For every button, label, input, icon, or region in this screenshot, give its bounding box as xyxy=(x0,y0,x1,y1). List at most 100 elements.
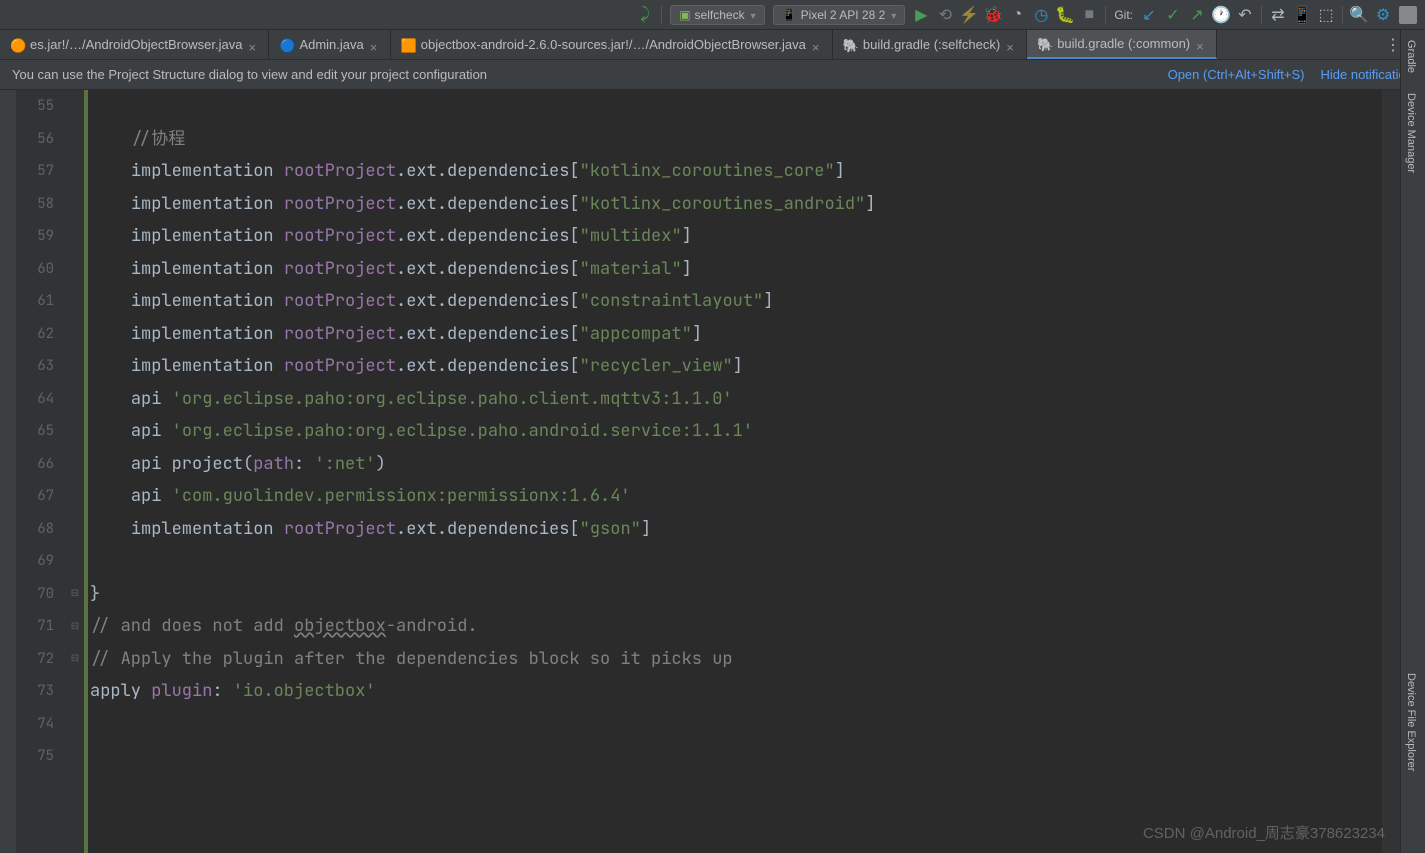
watermark: CSDN @Android_周志豪378623234 xyxy=(1143,822,1385,843)
fold-marker xyxy=(66,155,84,188)
fold-marker xyxy=(66,285,84,318)
line-number: 62 xyxy=(16,318,66,351)
close-icon[interactable]: × xyxy=(248,40,258,50)
code-line[interactable]: implementation rootProject.ext.dependenc… xyxy=(90,350,1382,383)
debug-restart-icon[interactable]: ⟲ xyxy=(937,7,953,23)
line-gutter: 5556575859606162636465666768697071727374… xyxy=(16,90,66,853)
code-line[interactable] xyxy=(90,740,1382,773)
debug-icon[interactable]: 🐞 xyxy=(985,7,1001,23)
code-line[interactable]: api 'org.eclipse.paho:org.eclipse.paho.a… xyxy=(90,415,1382,448)
profiler-icon[interactable]: ◷ xyxy=(1033,7,1049,23)
open-project-structure-link[interactable]: Open (Ctrl+Alt+Shift+S) xyxy=(1168,67,1305,82)
fold-marker xyxy=(66,253,84,286)
fold-marker xyxy=(66,123,84,156)
settings-icon[interactable]: ⚙ xyxy=(1375,7,1391,23)
code-line[interactable]: implementation rootProject.ext.dependenc… xyxy=(90,318,1382,351)
code-line[interactable] xyxy=(90,708,1382,741)
device-file-explorer-tool-button[interactable]: Device File Explorer xyxy=(1401,663,1421,781)
sync-icon[interactable]: ⤸ xyxy=(637,7,653,23)
code-line[interactable]: api project(path: ':net') xyxy=(90,448,1382,481)
stop-icon[interactable]: ■ xyxy=(1081,7,1097,23)
line-number: 61 xyxy=(16,285,66,318)
close-icon[interactable]: × xyxy=(370,40,380,50)
fold-marker[interactable]: ⊟ xyxy=(66,643,84,676)
editor-tab[interactable]: 🟠es.jar!/…/AndroidObjectBrowser.java× xyxy=(0,30,269,59)
fold-marker xyxy=(66,220,84,253)
code-line[interactable]: api 'org.eclipse.paho:org.eclipse.paho.c… xyxy=(90,383,1382,416)
line-number: 73 xyxy=(16,675,66,708)
code-line[interactable]: } xyxy=(90,578,1382,611)
code-line[interactable]: implementation rootProject.ext.dependenc… xyxy=(90,155,1382,188)
rollback-icon[interactable]: ↶ xyxy=(1237,7,1253,23)
fold-marker xyxy=(66,708,84,741)
git-push-icon[interactable]: ↗ xyxy=(1189,7,1205,23)
code-line[interactable]: api 'com.guolindev.permissionx:permissio… xyxy=(90,480,1382,513)
coverage-icon[interactable]: ◔ xyxy=(1009,7,1025,23)
run-config-label: selfcheck xyxy=(695,8,745,22)
git-commit-icon[interactable]: ✓ xyxy=(1165,7,1181,23)
editor-tab[interactable]: 🔵Admin.java× xyxy=(269,30,390,59)
line-number: 59 xyxy=(16,220,66,253)
tab-label: objectbox-android-2.6.0-sources.jar!/…/A… xyxy=(421,37,806,52)
line-number: 58 xyxy=(16,188,66,221)
fold-marker xyxy=(66,350,84,383)
close-icon[interactable]: × xyxy=(1196,39,1206,49)
device-icon[interactable]: 📱 xyxy=(1294,7,1310,23)
git-label: Git: xyxy=(1114,8,1133,22)
file-icon: 🔵 xyxy=(279,38,293,52)
editor-tab[interactable]: 🐘build.gradle (:selfcheck)× xyxy=(833,30,1027,59)
code-line[interactable]: apply plugin: 'io.objectbox' xyxy=(90,675,1382,708)
fold-marker xyxy=(66,383,84,416)
error-stripe xyxy=(1382,90,1400,853)
line-number: 69 xyxy=(16,545,66,578)
code-line[interactable]: implementation rootProject.ext.dependenc… xyxy=(90,513,1382,546)
code-line[interactable]: // and does not add objectbox-android. xyxy=(90,610,1382,643)
apply-changes-icon[interactable]: ⚡ xyxy=(961,7,977,23)
fold-marker[interactable]: ⊟ xyxy=(66,578,84,611)
line-number: 65 xyxy=(16,415,66,448)
code-line[interactable]: //协程 xyxy=(90,123,1382,156)
search-icon[interactable]: 🔍 xyxy=(1351,7,1367,23)
code-line[interactable] xyxy=(90,90,1382,123)
code-editor[interactable]: //协程 implementation rootProject.ext.depe… xyxy=(84,90,1382,853)
code-with-me-icon[interactable]: ⇄ xyxy=(1270,7,1286,23)
line-number: 70 xyxy=(16,578,66,611)
fold-marker xyxy=(66,448,84,481)
attach-debugger-icon[interactable]: 🐛 xyxy=(1057,7,1073,23)
code-line[interactable] xyxy=(90,545,1382,578)
device-manager-tool-button[interactable]: Device Manager xyxy=(1401,83,1421,183)
line-number: 60 xyxy=(16,253,66,286)
line-number: 67 xyxy=(16,480,66,513)
close-icon[interactable]: × xyxy=(812,40,822,50)
left-tool-rail xyxy=(0,90,16,853)
account-icon[interactable] xyxy=(1399,6,1417,24)
code-line[interactable]: implementation rootProject.ext.dependenc… xyxy=(90,188,1382,221)
editor-tab[interactable]: 🐘build.gradle (:common)× xyxy=(1027,30,1217,59)
fold-marker[interactable]: ⊟ xyxy=(66,610,84,643)
run-icon[interactable]: ▶ xyxy=(913,7,929,23)
tab-label: es.jar!/…/AndroidObjectBrowser.java xyxy=(30,37,242,52)
git-history-icon[interactable]: 🕐 xyxy=(1213,7,1229,23)
device-dropdown[interactable]: 📱 Pixel 2 API 28 2 xyxy=(773,5,906,25)
editor-tab[interactable]: 🟧objectbox-android-2.6.0-sources.jar!/…/… xyxy=(391,30,833,59)
line-number: 55 xyxy=(16,90,66,123)
fold-gutter: ⊟⊟⊟ xyxy=(66,90,84,853)
git-pull-icon[interactable]: ↙ xyxy=(1141,7,1157,23)
line-number: 66 xyxy=(16,448,66,481)
line-number: 75 xyxy=(16,740,66,773)
run-config-dropdown[interactable]: ▣ selfcheck xyxy=(670,5,764,25)
close-icon[interactable]: × xyxy=(1006,40,1016,50)
code-line[interactable]: // Apply the plugin after the dependenci… xyxy=(90,643,1382,676)
tab-label: build.gradle (:common) xyxy=(1057,36,1190,51)
code-line[interactable]: implementation rootProject.ext.dependenc… xyxy=(90,253,1382,286)
notification-text: You can use the Project Structure dialog… xyxy=(12,67,1152,82)
more-tabs-icon[interactable]: ⋮ xyxy=(1385,37,1401,53)
fold-marker xyxy=(66,545,84,578)
avd-icon[interactable]: ⬚ xyxy=(1318,7,1334,23)
gradle-tool-button[interactable]: Gradle xyxy=(1401,30,1421,83)
code-line[interactable]: implementation rootProject.ext.dependenc… xyxy=(90,220,1382,253)
code-line[interactable]: implementation rootProject.ext.dependenc… xyxy=(90,285,1382,318)
line-number: 72 xyxy=(16,643,66,676)
right-tool-rail: Gradle Device Manager Device File Explor… xyxy=(1400,30,1425,853)
main-toolbar: ⤸ ▣ selfcheck 📱 Pixel 2 API 28 2 ▶ ⟲ ⚡ 🐞… xyxy=(0,0,1425,30)
